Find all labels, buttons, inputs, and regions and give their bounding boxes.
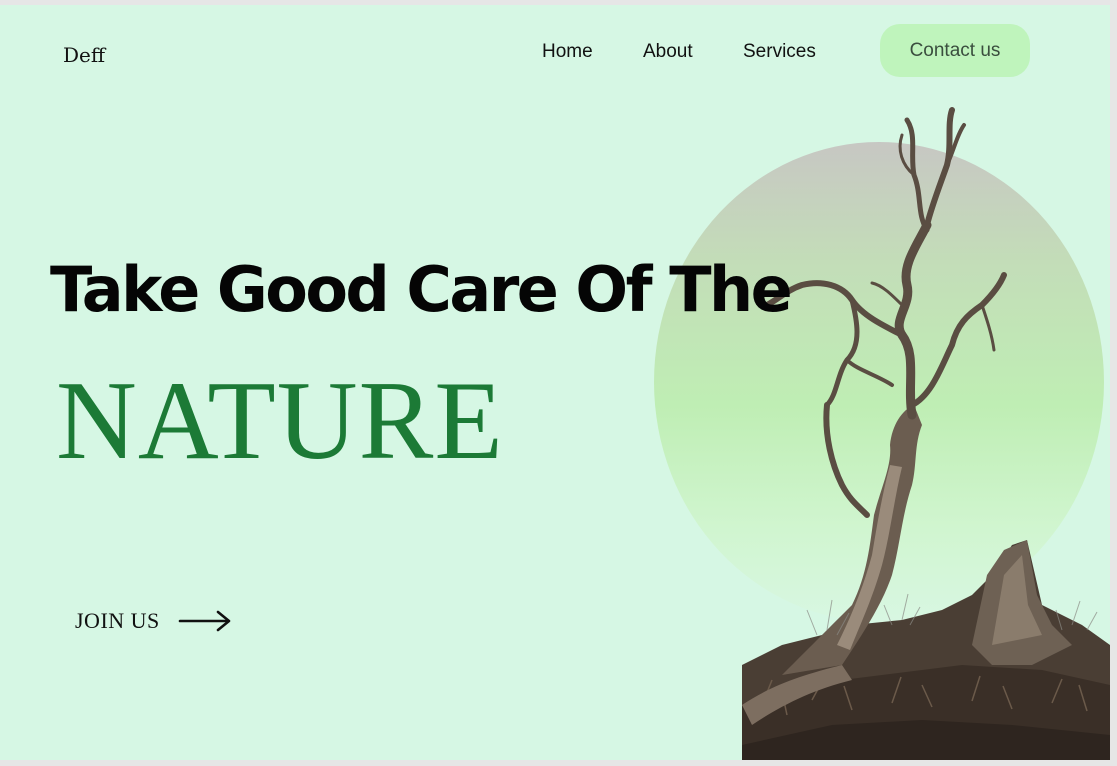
hero-headline: Take Good Care Of The — [50, 253, 793, 326]
hero-highlight: NATURE — [56, 359, 504, 483]
join-us-link[interactable]: JOIN US — [75, 608, 232, 634]
nav-about[interactable]: About — [643, 41, 693, 63]
landing-page: Deff Home About Services Contact us Take… — [0, 5, 1110, 760]
join-us-label: JOIN US — [75, 608, 160, 633]
dead-tree-photo — [742, 107, 1110, 760]
arrow-right-icon — [178, 610, 231, 632]
window-edge — [1110, 0, 1117, 766]
contact-us-button[interactable]: Contact us — [880, 24, 1030, 77]
nav-home[interactable]: Home — [542, 41, 593, 63]
brand-logo[interactable]: Deff — [63, 43, 105, 67]
nav-services[interactable]: Services — [743, 41, 816, 63]
